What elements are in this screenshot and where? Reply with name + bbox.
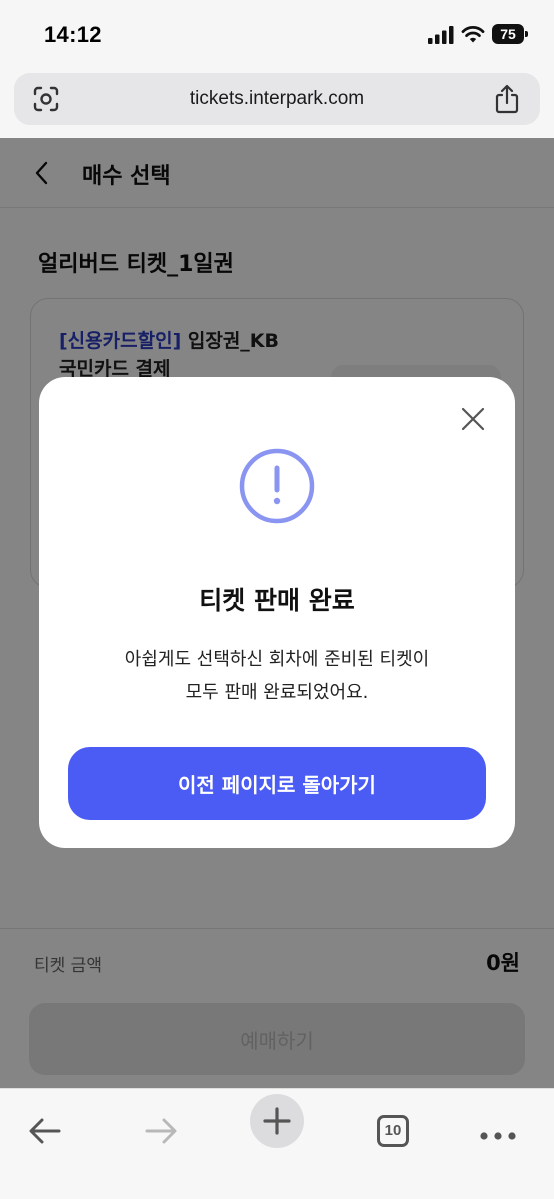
modal-message-line2: 모두 판매 완료되었어요. xyxy=(185,682,369,703)
exclamation-circle-icon xyxy=(239,448,315,524)
tab-count: 10 xyxy=(377,1115,409,1147)
browser-toolbar: 10 xyxy=(0,1088,554,1199)
wifi-icon xyxy=(461,26,485,43)
status-time: 14:12 xyxy=(44,22,102,47)
tabs-button[interactable]: 10 xyxy=(363,1095,423,1153)
share-icon[interactable] xyxy=(494,84,520,114)
visual-lookup-icon[interactable] xyxy=(32,85,60,113)
browser-back-button[interactable] xyxy=(15,1095,75,1153)
battery-level: 75 xyxy=(500,26,516,42)
close-icon xyxy=(461,407,485,431)
url-text[interactable]: tickets.interpark.com xyxy=(74,73,480,125)
browser-address-area: tickets.interpark.com xyxy=(0,70,554,138)
cellular-signal-icon xyxy=(428,26,454,44)
plus-icon xyxy=(263,1107,291,1135)
address-bar[interactable]: tickets.interpark.com xyxy=(14,73,540,125)
more-dots-icon xyxy=(480,1132,516,1140)
status-bar: 14:12 75 xyxy=(0,0,554,70)
arrow-right-icon xyxy=(145,1118,177,1144)
arrow-left-icon xyxy=(29,1118,61,1144)
sold-out-modal: 티켓 판매 완료 아쉽게도 선택하신 회차에 준비된 티켓이 모두 판매 완료되… xyxy=(39,377,515,848)
modal-message-line1: 아쉽게도 선택하신 회차에 준비된 티켓이 xyxy=(124,649,430,670)
new-tab-button[interactable] xyxy=(250,1094,304,1148)
go-back-button[interactable]: 이전 페이지로 돌아가기 xyxy=(68,747,486,820)
close-button[interactable] xyxy=(457,403,489,435)
browser-forward-button[interactable] xyxy=(131,1095,191,1153)
modal-title: 티켓 판매 완료 xyxy=(199,586,355,615)
more-button[interactable] xyxy=(468,1095,528,1153)
modal-message: 아쉽게도 선택하신 회차에 준비된 티켓이 모두 판매 완료되었어요. xyxy=(59,643,495,709)
battery-icon: 75 xyxy=(492,24,528,44)
